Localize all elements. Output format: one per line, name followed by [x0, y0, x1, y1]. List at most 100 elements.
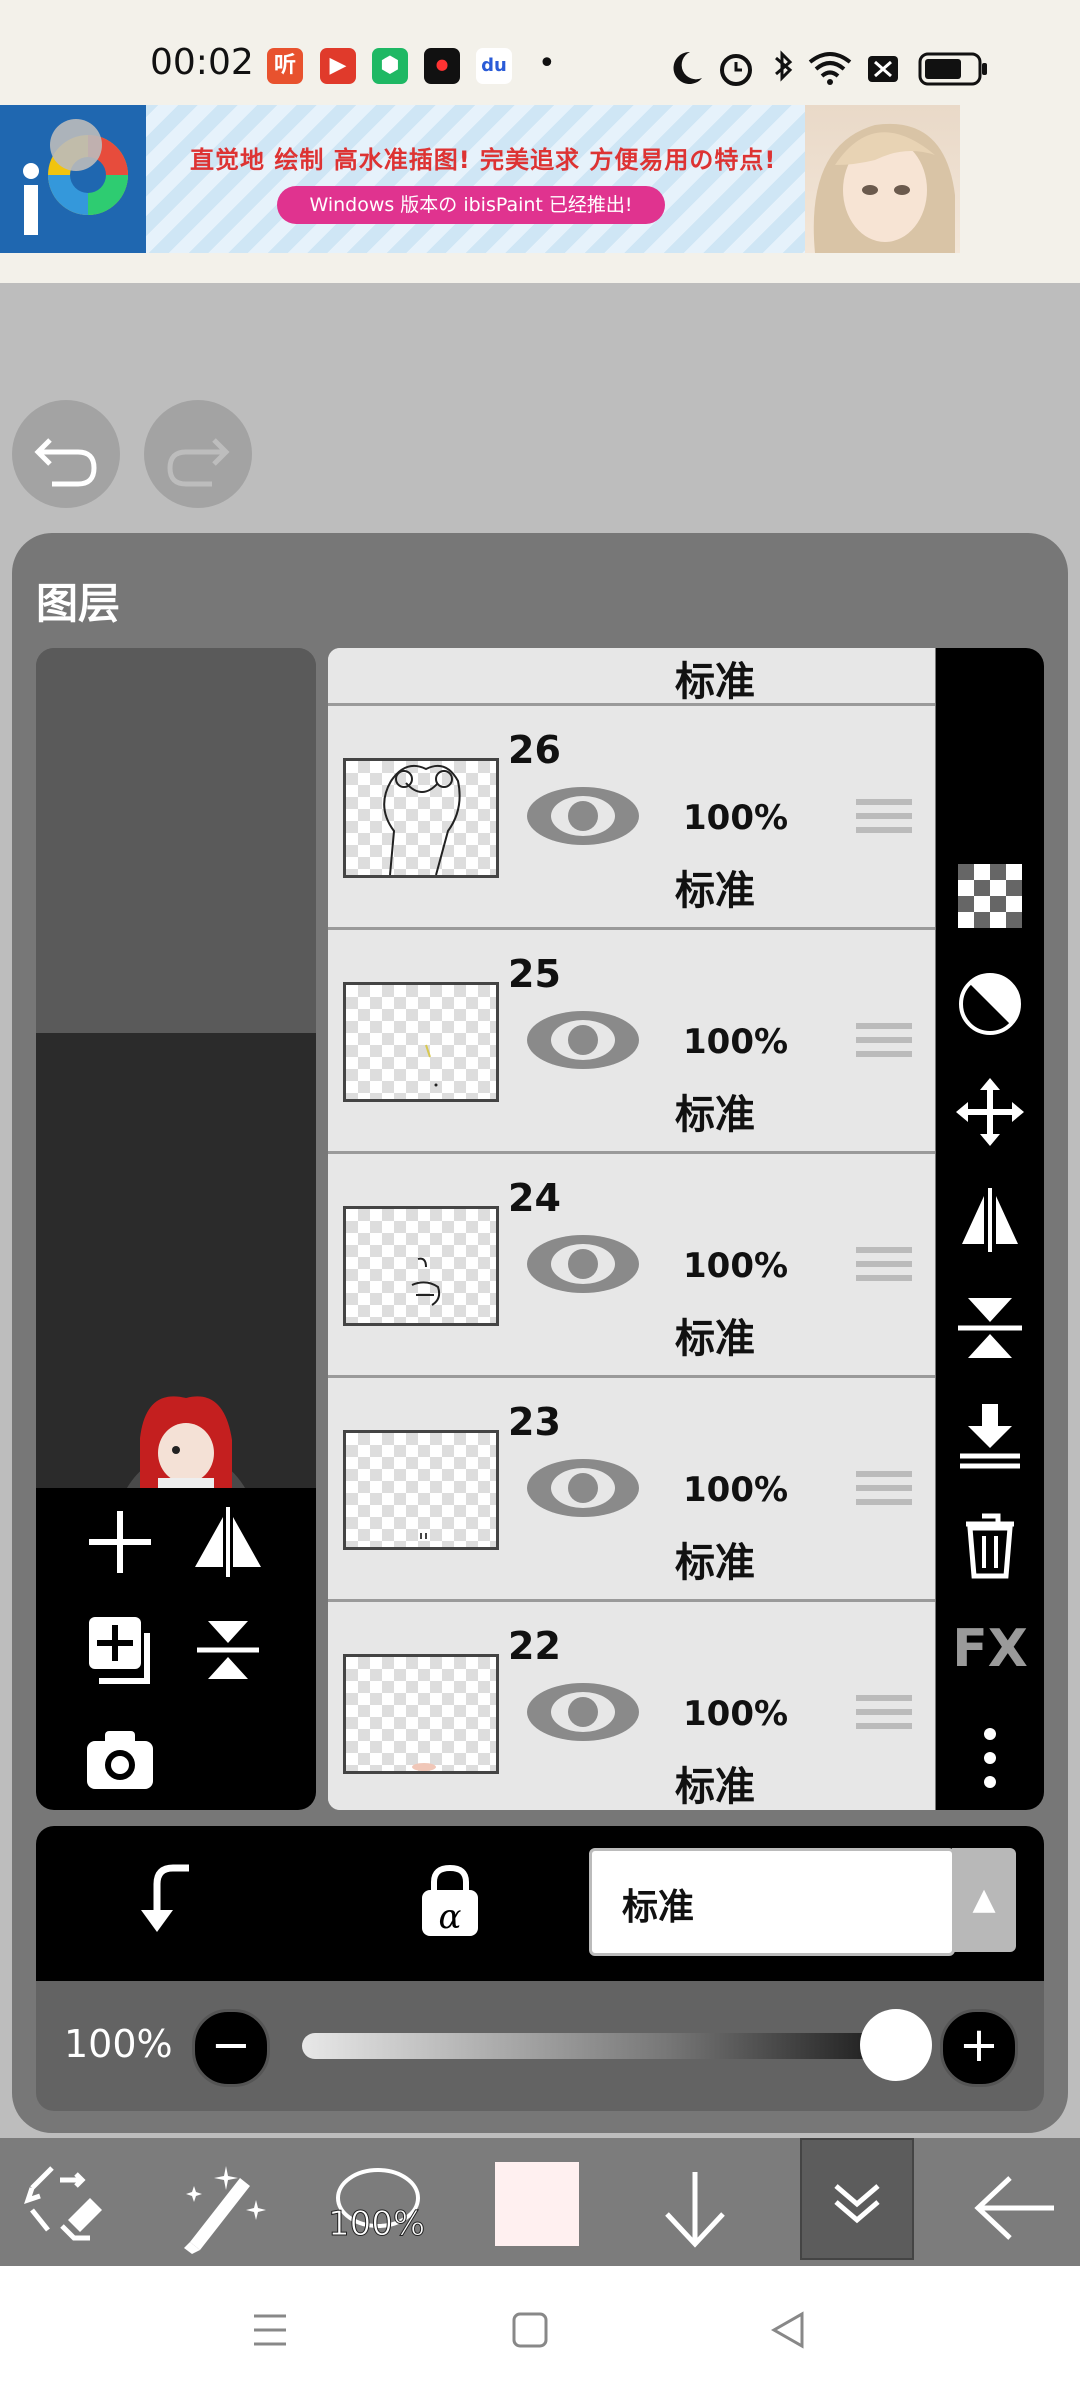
- alarm-icon: [720, 54, 752, 86]
- layer-thumbnail: [343, 1654, 499, 1774]
- layer-opacity: 100%: [683, 1022, 789, 1062]
- flip-vertical-icon[interactable]: [954, 1292, 1026, 1364]
- collapse-panel-button[interactable]: [800, 2138, 914, 2260]
- layer-list[interactable]: 标准 26 100% 标准 25 100% 标准 24 100% 标准 23 1…: [328, 648, 935, 1810]
- visibility-eye-icon[interactable]: [524, 1456, 642, 1520]
- drag-handle-icon[interactable]: [856, 799, 912, 847]
- layer-thumbnail: [343, 1206, 499, 1326]
- layer-blend-mode: 标准: [675, 868, 755, 914]
- half-circle-icon[interactable]: [954, 968, 1026, 1040]
- blend-mode-value: 标准: [622, 1887, 695, 1928]
- drag-handle-icon[interactable]: [856, 1471, 912, 1519]
- undo-icon: [34, 438, 97, 487]
- layer-opacity: 100%: [683, 1694, 789, 1734]
- arrow-down-icon[interactable]: [655, 2166, 735, 2250]
- status-right-icons: [673, 50, 987, 86]
- trash-icon[interactable]: [954, 1508, 1026, 1580]
- redo-button[interactable]: [144, 400, 252, 508]
- opacity-increase-button[interactable]: +: [940, 2009, 1018, 2087]
- magic-brush-icon[interactable]: [170, 2156, 270, 2256]
- ad-windows-button[interactable]: Windows 版本の ibisPaint 已经推出!: [277, 186, 665, 224]
- layer-row-23[interactable]: 23 100% 标准: [328, 1375, 935, 1600]
- app-notification-icon: 听: [267, 48, 303, 84]
- baidu-icon: du: [476, 48, 512, 84]
- color-swatch[interactable]: [495, 2162, 579, 2246]
- layer-row-24[interactable]: 24 100% 标准: [328, 1151, 935, 1376]
- ad-character-image: [805, 105, 960, 253]
- status-clock: 00:02: [150, 42, 254, 83]
- home-nav-icon[interactable]: [510, 2310, 550, 2350]
- opacity-label: 100%: [64, 2022, 173, 2066]
- drag-handle-icon[interactable]: [856, 1695, 912, 1743]
- transform-eraser-icon[interactable]: [20, 2160, 110, 2250]
- layer-number: 23: [508, 1400, 561, 1444]
- flip-layer-button[interactable]: [183, 1497, 273, 1587]
- back-arrow-icon[interactable]: [970, 2166, 1060, 2250]
- layer-thumbnail: [343, 982, 499, 1102]
- drag-handle-icon[interactable]: [856, 1023, 912, 1071]
- opacity-decrease-button[interactable]: −: [192, 2009, 270, 2087]
- layer-row-25[interactable]: 25 100% 标准: [328, 927, 935, 1152]
- layer-row-22[interactable]: 22 100% 标准: [328, 1599, 935, 1810]
- layer-opacity: 100%: [683, 1470, 789, 1510]
- visibility-eye-icon[interactable]: [524, 1680, 642, 1744]
- bluetooth-icon: [775, 50, 793, 82]
- blend-dropdown-arrow-icon[interactable]: ▲: [952, 1848, 1016, 1952]
- layer-opacity: 100%: [683, 798, 789, 838]
- layer-blend-mode: 标准: [675, 1316, 755, 1362]
- layer-number: 25: [508, 952, 561, 996]
- more-notifications-dot: •: [538, 46, 556, 81]
- svg-text:α: α: [439, 1897, 462, 1937]
- add-layer-button[interactable]: [75, 1497, 165, 1587]
- visibility-eye-icon[interactable]: [524, 1232, 642, 1296]
- add-layer-icon: [89, 1511, 151, 1573]
- brush-size-label: 100%: [327, 2204, 426, 2245]
- double-chevron-down-icon: [834, 2184, 880, 2224]
- visibility-eye-icon[interactable]: [524, 1008, 642, 1072]
- ad-headline: 直觉地 绘制 高水准插图! 完美追求 方便易用の特点!: [190, 146, 777, 174]
- merge-button[interactable]: [183, 1605, 273, 1695]
- checker-icon[interactable]: [954, 860, 1026, 932]
- opacity-slider-track[interactable]: [302, 2033, 910, 2059]
- drag-handle-icon[interactable]: [856, 1247, 912, 1295]
- more-icon[interactable]: [954, 1722, 1026, 1794]
- battery-icon: [918, 52, 987, 86]
- layer-blend-mode: 标准: [675, 1764, 755, 1810]
- move-icon[interactable]: [954, 1076, 1026, 1148]
- moon-icon: [673, 51, 702, 84]
- x-box-icon: [868, 56, 898, 82]
- merge-down-icon[interactable]: [954, 1400, 1026, 1472]
- layer-thumbnail: [343, 1430, 499, 1550]
- ibispaint-logo: [0, 105, 146, 253]
- copy-layer-icon: [89, 1617, 150, 1684]
- video-app-icon: ▶: [320, 48, 356, 84]
- layer-number: 26: [508, 728, 561, 772]
- layer-opacity: 100%: [683, 1246, 789, 1286]
- wifi-icon: [808, 52, 852, 85]
- layer-blend-mode: 标准: [675, 659, 755, 705]
- flip-layer-icon: [195, 1507, 261, 1577]
- camera-icon: [87, 1731, 153, 1789]
- camera-button[interactable]: [75, 1713, 165, 1803]
- screen-record-icon: ⏺: [424, 48, 460, 84]
- flip-horizontal-icon[interactable]: [954, 1184, 1026, 1256]
- layer-blend-mode: 标准: [675, 1092, 755, 1138]
- clipping-icon[interactable]: [135, 1860, 215, 1940]
- layer-thumbnail: [343, 758, 499, 878]
- opacity-slider-knob[interactable]: [860, 2009, 932, 2081]
- copy-layer-button[interactable]: [75, 1605, 165, 1695]
- redo-icon: [167, 438, 230, 487]
- layer-row-26[interactable]: 26 100% 标准: [328, 703, 935, 928]
- panel-title: 图层: [36, 579, 121, 628]
- menu-nav-icon[interactable]: [250, 2310, 290, 2350]
- security-app-icon: ⬢: [372, 48, 408, 84]
- layer-number: 22: [508, 1624, 561, 1668]
- fx-button[interactable]: FX: [936, 1604, 1044, 1694]
- layer-blend-mode: 标准: [675, 1540, 755, 1586]
- alpha-lock-icon[interactable]: α: [410, 1862, 490, 1942]
- visibility-eye-icon[interactable]: [524, 784, 642, 848]
- undo-button[interactable]: [12, 400, 120, 508]
- layer-number: 24: [508, 1176, 561, 1220]
- back-nav-icon[interactable]: [768, 2310, 808, 2350]
- merge-icon: [197, 1621, 259, 1679]
